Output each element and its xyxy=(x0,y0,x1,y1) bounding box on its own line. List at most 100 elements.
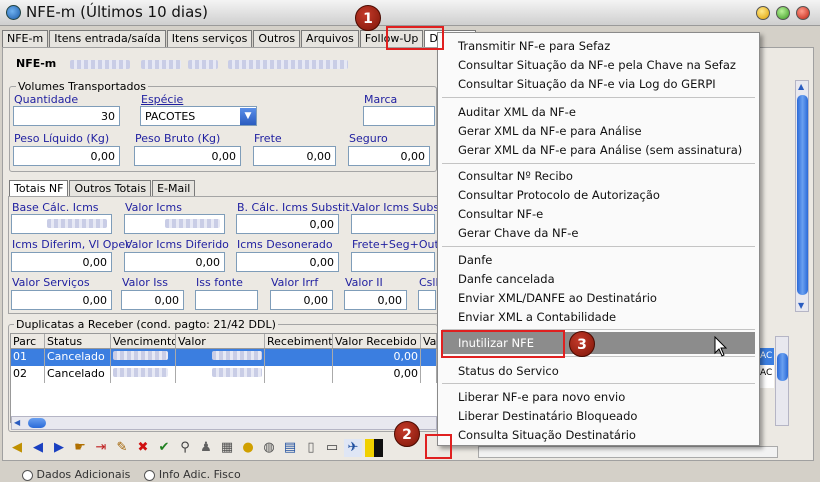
calculator-icon[interactable]: ▦ xyxy=(218,439,236,457)
menu-item-enviar-destinatario[interactable]: Enviar XML/DANFE ao Destinatário xyxy=(458,291,657,305)
menu-item-danfe[interactable]: Danfe xyxy=(458,253,492,267)
col-va[interactable]: Va xyxy=(421,334,437,348)
main-vscroll[interactable]: ▲ ▼ xyxy=(795,80,809,312)
frete-field[interactable]: 0,00 xyxy=(253,146,336,166)
col-valor-recebido[interactable]: Valor Recebido xyxy=(333,334,421,348)
valor-iss-field[interactable]: 0,00 xyxy=(121,290,184,310)
quantidade-field[interactable]: 30 xyxy=(13,106,120,126)
edit-icon[interactable]: ✎ xyxy=(113,439,131,457)
menu-item-consultar-protocolo[interactable]: Consultar Protocolo de Autorização xyxy=(458,188,660,202)
nfe-context-menu: Transmitir NF-e para Sefaz Consultar Sit… xyxy=(437,32,760,446)
tab-arquivos[interactable]: Arquivos xyxy=(301,30,359,47)
first-record-icon[interactable]: ◀ xyxy=(8,439,26,457)
menu-item-consulta-destinatario[interactable]: Consulta Situação Destinatário xyxy=(458,428,636,442)
menu-item-auditar-xml[interactable]: Auditar XML da NF-e xyxy=(458,105,576,119)
printer-icon[interactable]: ▭ xyxy=(323,439,341,457)
zoom-icon[interactable]: ⚲ xyxy=(176,439,194,457)
menu-item-gerar-chave[interactable]: Gerar Chave da NF-e xyxy=(458,226,579,240)
base-calc-icms-field[interactable] xyxy=(11,214,112,234)
menu-item-transmitir[interactable]: Transmitir NF-e para Sefaz xyxy=(458,39,610,53)
col-valor[interactable]: Valor xyxy=(176,334,265,348)
title-bar: NFE-m (Últimos 10 dias) xyxy=(0,0,820,26)
grid-vscroll-thumb[interactable] xyxy=(777,353,788,381)
insert-icon[interactable]: ⇥ xyxy=(92,439,110,457)
next-icon[interactable]: ▶ xyxy=(50,439,68,457)
menu-item-enviar-contabilidade[interactable]: Enviar XML a Contabilidade xyxy=(458,310,616,324)
tab-itens-entrada-saida[interactable]: Itens entrada/saída xyxy=(49,30,166,47)
check-icon[interactable]: ✔ xyxy=(155,439,173,457)
menu-item-liberar-destinatario[interactable]: Liberar Destinatário Bloqueado xyxy=(458,409,637,423)
menu-item-gerar-xml-sem-assinatura[interactable]: Gerar XML da NF-e para Análise (sem assi… xyxy=(458,143,742,157)
vscroll-thumb[interactable] xyxy=(797,95,808,295)
menu-item-status-servico[interactable]: Status do Servico xyxy=(458,364,559,378)
tab-itens-servicos[interactable]: Itens serviços xyxy=(166,30,253,47)
menu-item-consultar-recibo[interactable]: Consultar Nº Recibo xyxy=(458,169,573,183)
hscroll-left-icon[interactable]: ◀ xyxy=(14,418,24,428)
menu-item-liberar-nfe[interactable]: Liberar NF-e para novo envio xyxy=(458,390,625,404)
cell-parc: 02 xyxy=(11,366,45,383)
menu-item-gerar-xml[interactable]: Gerar XML da NF-e para Análise xyxy=(458,124,642,138)
icms-diferim-field[interactable]: 0,00 xyxy=(11,252,112,272)
annotation-badge-2: 2 xyxy=(394,421,420,447)
menu-item-danfe-cancelada[interactable]: Danfe cancelada xyxy=(458,272,555,286)
tab-nfe-m[interactable]: NFE-m xyxy=(2,30,49,47)
table-row[interactable]: 02 Cancelado 0,00 xyxy=(11,366,437,383)
radio-info-adic-fisco[interactable] xyxy=(144,469,156,481)
tab-email[interactable]: E-Mail xyxy=(152,180,196,197)
radio-dados-adicionais[interactable] xyxy=(22,469,33,481)
valor-irrf-field[interactable]: 0,00 xyxy=(270,290,333,310)
valor-servicos-label: Valor Serviços xyxy=(12,276,90,289)
frete-seg-outra-field[interactable] xyxy=(351,252,435,272)
iss-fonte-field[interactable] xyxy=(195,290,258,310)
peso-liquido-field[interactable]: 0,00 xyxy=(13,146,120,166)
previous-icon[interactable]: ◀ xyxy=(29,439,47,457)
b-calc-icms-subst-field[interactable]: 0,00 xyxy=(236,214,339,234)
cell-status: Cancelado xyxy=(45,349,111,366)
close-button[interactable] xyxy=(796,6,810,20)
vscroll-up-icon[interactable]: ▲ xyxy=(798,82,804,91)
vscroll-down-icon[interactable]: ▼ xyxy=(798,301,804,310)
document-icon[interactable]: ▯ xyxy=(302,439,320,457)
calendar-icon[interactable]: ▤ xyxy=(281,439,299,457)
maximize-button[interactable] xyxy=(776,6,790,20)
tab-outros[interactable]: Outros xyxy=(253,30,301,47)
user-icon[interactable]: ♟ xyxy=(197,439,215,457)
especie-value: PACOTES xyxy=(145,110,196,123)
valor-icms-label: Valor Icms xyxy=(125,201,182,214)
col-status[interactable]: Status xyxy=(45,334,111,348)
menu-item-consultar-nfe[interactable]: Consultar NF-e xyxy=(458,207,543,221)
menu-item-consultar-log[interactable]: Consultar Situação da NF-e via Log do GE… xyxy=(458,77,716,91)
nfe-tools-icon[interactable]: ✈ xyxy=(344,439,362,457)
peso-bruto-field[interactable]: 0,00 xyxy=(134,146,241,166)
valor-icms-subst-field[interactable] xyxy=(351,214,435,234)
cell-valor-recebido: 0,00 xyxy=(333,366,421,383)
delete-icon[interactable]: ✖ xyxy=(134,439,152,457)
csll-field[interactable] xyxy=(418,290,436,310)
icms-desonerado-field[interactable]: 0,00 xyxy=(236,252,339,272)
col-parc[interactable]: Parc xyxy=(11,334,45,348)
menu-item-consultar-chave[interactable]: Consultar Situação da NF-e pela Chave na… xyxy=(458,58,736,72)
hand-icon[interactable]: ☛ xyxy=(71,439,89,457)
valor-servicos-field[interactable]: 0,00 xyxy=(11,290,112,310)
valor-ii-label: Valor II xyxy=(345,276,383,289)
col-vencimento[interactable]: Vencimento xyxy=(111,334,176,348)
lightbulb-icon[interactable]: ● xyxy=(239,439,257,457)
right-grid-edge: AC AC xyxy=(760,348,774,388)
valor-ii-field[interactable]: 0,00 xyxy=(344,290,407,310)
seguro-field[interactable]: 0,00 xyxy=(348,146,430,166)
chevron-down-icon[interactable]: ▼ xyxy=(240,108,256,125)
iss-fonte-label: Iss fonte xyxy=(196,276,243,289)
lock-icon[interactable]: ◍ xyxy=(260,439,278,457)
grid-vscroll[interactable] xyxy=(775,336,789,426)
marca-field[interactable] xyxy=(363,106,435,126)
tab-totais-nf[interactable]: Totais NF xyxy=(9,180,69,197)
col-recebimento[interactable]: Recebimento xyxy=(265,334,333,348)
tab-outros-totais[interactable]: Outros Totais xyxy=(69,180,152,197)
valor-icms-field[interactable] xyxy=(124,214,225,234)
hscroll-thumb[interactable] xyxy=(28,418,46,428)
grid-hscroll[interactable]: ◀ xyxy=(11,416,437,430)
color-flag-icon[interactable] xyxy=(365,439,383,457)
valor-icms-diferido-field[interactable]: 0,00 xyxy=(124,252,225,272)
table-row[interactable]: 01 Cancelado 0,00 xyxy=(11,349,437,366)
minimize-button[interactable] xyxy=(756,6,770,20)
